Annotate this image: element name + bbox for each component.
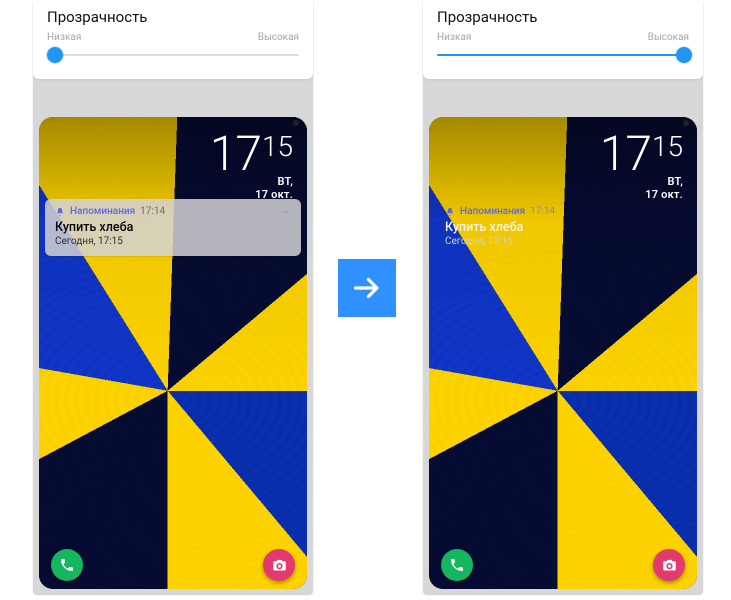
- arrow-right-icon: [350, 271, 384, 305]
- transparency-slider[interactable]: [437, 41, 689, 69]
- camera-shortcut-button[interactable]: [653, 549, 685, 581]
- notification-app-name: Напоминания: [70, 206, 135, 217]
- clock-minutes: 15: [652, 133, 683, 161]
- notification-title: Купить хлеба: [445, 220, 681, 235]
- transparency-slider[interactable]: [47, 41, 299, 69]
- camera-shortcut-button[interactable]: [263, 549, 295, 581]
- notification-header: Напоминания 17:14: [55, 206, 291, 217]
- chevron-down-icon[interactable]: [281, 207, 291, 217]
- comparison-stage: Прозрачность Низкая Высокая 17 15: [0, 0, 731, 600]
- screen-wrap: 17 15 ВТ, 17 окт. Напоминания 17:14: [423, 117, 703, 595]
- notification-card[interactable]: Напоминания 17:14 Купить хлеба Сегодня, …: [435, 199, 691, 256]
- arrow-indicator: [338, 259, 396, 317]
- lock-screen: 17 15 ВТ, 17 окт. Напоминания 17:14: [39, 117, 307, 589]
- transparency-panel: Прозрачность Низкая Высокая: [423, 0, 703, 79]
- bell-icon: [445, 207, 455, 217]
- panel-title: Прозрачность: [437, 8, 689, 26]
- notification-time: 17:14: [140, 206, 165, 217]
- phone-shortcut-button[interactable]: [51, 549, 83, 581]
- bell-icon: [55, 207, 65, 217]
- slider-thumb[interactable]: [676, 47, 692, 63]
- clock-minutes: 15: [262, 133, 293, 161]
- lock-clock: 17 15 ВТ, 17 окт.: [39, 126, 307, 201]
- notification-header: Напоминания 17:14: [445, 206, 681, 217]
- screen-wrap: 17 15 ВТ, 17 окт. Напоминания 17:14: [33, 117, 313, 595]
- lock-dock: [39, 549, 307, 581]
- phone-shortcut-button[interactable]: [441, 549, 473, 581]
- lock-screen: 17 15 ВТ, 17 окт. Напоминания 17:14: [429, 117, 697, 589]
- notification-card[interactable]: Напоминания 17:14 Купить хлеба Сегодня, …: [45, 199, 301, 256]
- lock-dock: [429, 549, 697, 581]
- phone-left: Прозрачность Низкая Высокая 17 15: [33, 0, 313, 595]
- notification-app-name: Напоминания: [460, 206, 525, 217]
- spacer: [33, 79, 313, 117]
- notification-time: 17:14: [530, 206, 555, 217]
- clock-hours: 17: [600, 130, 651, 178]
- lock-clock: 17 15 ВТ, 17 окт.: [429, 126, 697, 201]
- slider-thumb[interactable]: [47, 47, 63, 63]
- notification-subtitle: Сегодня, 17:15: [445, 236, 681, 247]
- spacer: [423, 79, 703, 117]
- notification-title: Купить хлеба: [55, 220, 291, 235]
- notification-subtitle: Сегодня, 17:15: [55, 236, 291, 247]
- panel-title: Прозрачность: [47, 8, 299, 26]
- transparency-panel: Прозрачность Низкая Высокая: [33, 0, 313, 79]
- slider-track: [47, 54, 299, 56]
- phone-right: Прозрачность Низкая Высокая 17 15: [423, 0, 703, 595]
- slider-fill: [437, 54, 684, 56]
- clock-hours: 17: [210, 130, 261, 178]
